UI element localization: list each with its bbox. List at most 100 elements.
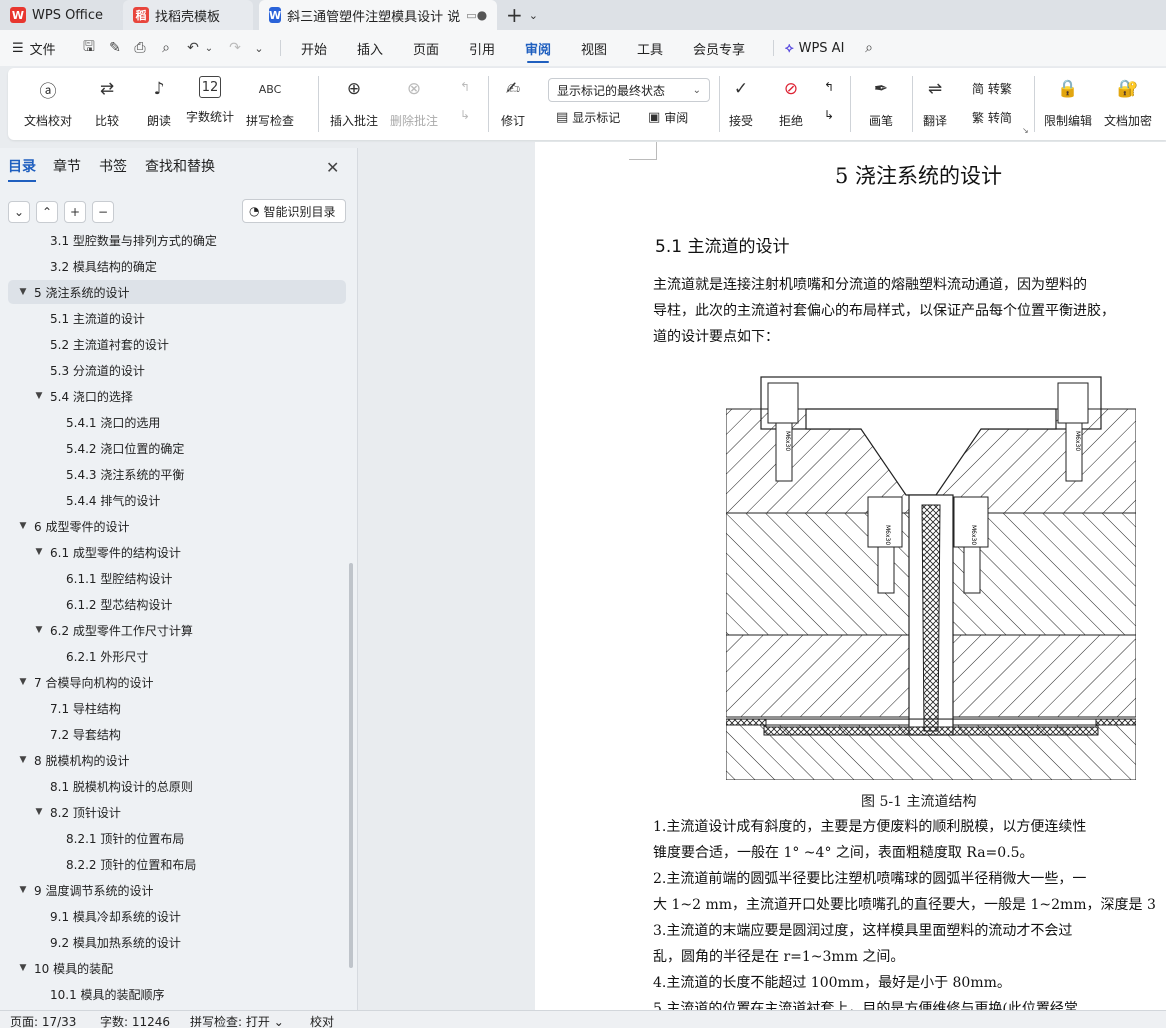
next-comment-icon[interactable]: ↳ <box>460 108 470 122</box>
toc-item[interactable]: 5.3 分流道的设计 <box>8 358 346 382</box>
word-count-button[interactable]: 12 字数统计 <box>186 76 234 125</box>
status-spell-check[interactable]: 拼写检查: 打开 ⌄ <box>190 1013 284 1028</box>
toc-item[interactable]: 5.4.4 排气的设计 <box>8 488 346 512</box>
markup-state-select[interactable]: 显示标记的最终状态 ⌄ <box>548 78 710 102</box>
print-preview-icon[interactable]: ⌕ <box>157 39 175 57</box>
toc-item[interactable]: 5.4.3 浇注系统的平衡 <box>8 462 346 486</box>
toc-item[interactable]: 6.2.1 外形尺寸 <box>8 644 346 668</box>
toc-item[interactable]: 7.1 导柱结构 <box>8 696 346 720</box>
print-icon[interactable]: ⎙ <box>131 39 149 57</box>
prev-change-icon[interactable]: ↰ <box>824 80 834 94</box>
next-change-icon[interactable]: ↳ <box>824 108 834 122</box>
nav-tab-find-replace[interactable]: 查找和替换 <box>145 156 215 176</box>
expand-triangle-icon[interactable]: ▼ <box>32 807 46 817</box>
toc-item[interactable]: 10.1 模具的装配顺序 <box>8 982 346 1006</box>
doc-proofread-button[interactable]: ⓐ 文档校对 <box>24 76 72 129</box>
wps-ai-button[interactable]: ⟡ WPS AI <box>785 30 844 66</box>
toc-item[interactable]: 3.2 模具结构的确定 <box>8 254 346 278</box>
menu-references[interactable]: 引用 <box>469 30 495 66</box>
menu-review[interactable]: 审阅 <box>525 30 551 66</box>
expand-level-button[interactable]: ⌃ <box>36 201 58 223</box>
smart-toc-button[interactable]: ◔ 智能识别目录 <box>242 199 346 223</box>
toc-item[interactable]: ▼ 5 浇注系统的设计 <box>8 280 346 304</box>
toc-item[interactable]: 3.1 型腔数量与排列方式的确定 <box>8 232 346 252</box>
toc-item[interactable]: 8.1 脱模机构设计的总原则 <box>8 774 346 798</box>
more-chevron-icon[interactable]: ⌄ <box>250 39 268 57</box>
show-markup-button[interactable]: ▤ 显示标记 <box>556 109 620 126</box>
insert-comment-button[interactable]: ⊕ 插入批注 <box>330 76 378 129</box>
toc-item[interactable]: ▼ 8.2 顶针设计 <box>8 800 346 824</box>
add-heading-button[interactable]: + <box>64 201 86 223</box>
nav-tab-toc[interactable]: 目录 <box>8 156 36 182</box>
revise-button[interactable]: ✍ 修订 <box>500 76 526 129</box>
unsaved-dot-icon[interactable]: ● <box>477 8 487 22</box>
file-menu[interactable]: ☰ 文件 <box>12 30 56 66</box>
spell-check-button[interactable]: ABC 拼写检查 <box>246 76 294 129</box>
nav-scrollbar[interactable] <box>349 563 353 968</box>
search-icon[interactable]: ⌕ <box>860 39 878 57</box>
remove-heading-button[interactable]: − <box>92 201 114 223</box>
pen-button[interactable]: ✒ 画笔 <box>868 76 894 129</box>
menu-tools[interactable]: 工具 <box>637 30 663 66</box>
toc-item[interactable]: 5.1 主流道的设计 <box>8 306 346 330</box>
to-traditional-button[interactable]: 简 转繁 <box>972 80 1012 97</box>
menu-member[interactable]: 会员专享 <box>693 30 745 66</box>
accept-button[interactable]: ✓ 接受 <box>728 76 754 129</box>
expand-triangle-icon[interactable]: ▼ <box>32 547 46 557</box>
expand-triangle-icon[interactable]: ▼ <box>16 287 30 297</box>
toc-item[interactable]: 8.2.1 顶针的位置布局 <box>8 826 346 850</box>
tab-document[interactable]: W 斜三通管塑件注塑模具设计 说 ▭ ● <box>259 0 497 30</box>
toc-item[interactable]: ▼ 10 模具的装配 <box>8 956 346 980</box>
toc-item[interactable]: ▼ 6 成型零件的设计 <box>8 514 346 538</box>
undo-dropdown-icon[interactable]: ⌄ <box>200 39 218 57</box>
toc-item[interactable]: 6.1.1 型腔结构设计 <box>8 566 346 590</box>
translate-button[interactable]: ⇌ 翻译 <box>922 76 948 129</box>
expand-triangle-icon[interactable]: ▼ <box>16 521 30 531</box>
redo-icon[interactable]: ↷ <box>226 39 244 57</box>
toc-item[interactable]: 5.4.1 浇口的选用 <box>8 410 346 434</box>
restrict-edit-button[interactable]: 🔒 限制编辑 <box>1044 76 1092 129</box>
toc-item[interactable]: ▼ 6.2 成型零件工作尺寸计算 <box>8 618 346 642</box>
toc-item[interactable]: ▼ 9 温度调节系统的设计 <box>8 878 346 902</box>
expand-triangle-icon[interactable]: ▼ <box>32 391 46 401</box>
menu-home[interactable]: 开始 <box>301 30 327 66</box>
read-aloud-button[interactable]: ♪ 朗读 <box>146 76 172 129</box>
save-icon[interactable]: 🖫 <box>80 39 98 57</box>
tab-template[interactable]: 稻 找稻壳模板 <box>123 0 253 30</box>
status-page[interactable]: 页面: 17/33 <box>10 1013 76 1028</box>
menu-view[interactable]: 视图 <box>581 30 607 66</box>
toc-item[interactable]: 8.2.2 顶针的位置和布局 <box>8 852 346 876</box>
expand-triangle-icon[interactable]: ▼ <box>16 963 30 973</box>
nav-tab-sections[interactable]: 章节 <box>53 156 81 176</box>
menu-insert[interactable]: 插入 <box>357 30 383 66</box>
toc-item[interactable]: ▼ 7 合模导向机构的设计 <box>8 670 346 694</box>
expand-triangle-icon[interactable]: ▼ <box>16 755 30 765</box>
toc-item[interactable]: 9.1 模具冷却系统的设计 <box>8 904 346 928</box>
expand-triangle-icon[interactable]: ▼ <box>32 625 46 635</box>
doc-encrypt-button[interactable]: 🔐 文档加密 <box>1104 76 1152 129</box>
toc-item[interactable]: 5.2 主流道衬套的设计 <box>8 332 346 356</box>
toc-item[interactable]: 7.2 导套结构 <box>8 722 346 746</box>
toc-item[interactable]: ▼ 6.1 成型零件的结构设计 <box>8 540 346 564</box>
format-painter-icon[interactable]: ✎ <box>106 39 124 57</box>
tab-wps-office[interactable]: W WPS Office <box>0 0 118 30</box>
status-word-count[interactable]: 字数: 11246 <box>100 1013 170 1028</box>
toc-item[interactable]: 5.4.2 浇口位置的确定 <box>8 436 346 460</box>
to-simplified-button[interactable]: 繁 转简 <box>972 109 1012 126</box>
compare-button[interactable]: ⇄ 比较 <box>94 76 120 129</box>
close-icon[interactable]: ✕ <box>326 158 339 177</box>
collapse-level-button[interactable]: ⌄ <box>8 201 30 223</box>
menu-page[interactable]: 页面 <box>413 30 439 66</box>
new-tab-button[interactable]: + ⌄ <box>506 3 538 27</box>
toc-item[interactable]: ▼ 5.4 浇口的选择 <box>8 384 346 408</box>
reject-button[interactable]: ⊘ 拒绝 <box>778 76 804 129</box>
expand-triangle-icon[interactable]: ▼ <box>16 885 30 895</box>
review-pane-button[interactable]: ▣ 审阅 <box>648 109 688 126</box>
expand-dialog-icon[interactable]: ↘ <box>1022 126 1029 135</box>
expand-triangle-icon[interactable]: ▼ <box>16 677 30 687</box>
delete-comment-button[interactable]: ⊗ 删除批注 <box>390 76 438 129</box>
status-proofread[interactable]: 校对 <box>310 1013 334 1028</box>
nav-tab-bookmarks[interactable]: 书签 <box>99 156 127 176</box>
toc-item[interactable]: ▼ 8 脱模机构的设计 <box>8 748 346 772</box>
prev-comment-icon[interactable]: ↰ <box>460 80 470 94</box>
